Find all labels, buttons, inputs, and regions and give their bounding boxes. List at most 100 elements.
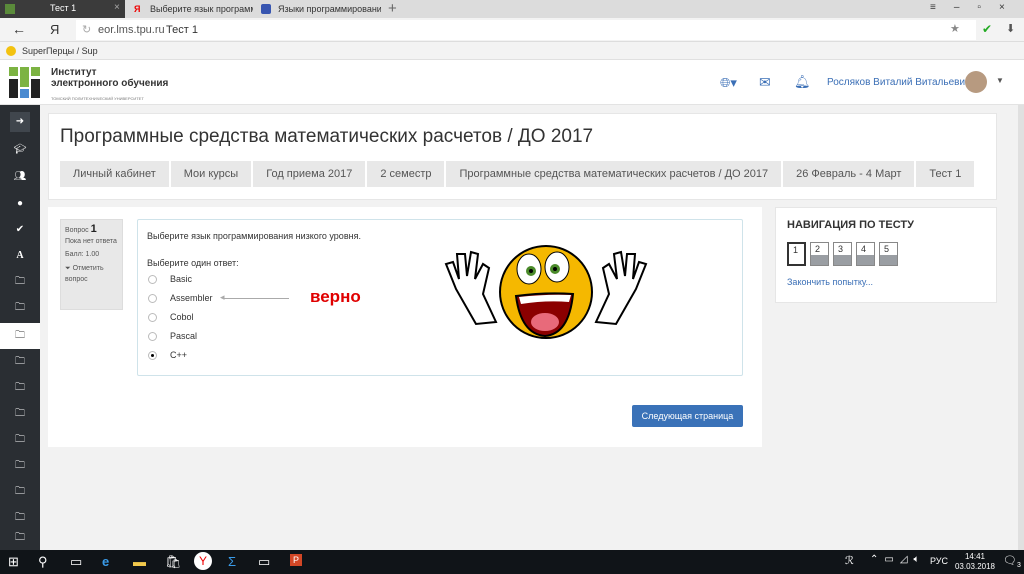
tab-languages[interactable]: Языки программирования <box>256 0 381 18</box>
download-icon[interactable]: ⬇ <box>1006 22 1015 35</box>
bookmark-item[interactable]: SuperПерцы / Sup <box>22 42 98 60</box>
breadcrumb-item[interactable]: 26 Февраль - 4 Март <box>783 161 915 187</box>
task-view-icon[interactable]: ▭ <box>70 554 82 570</box>
folder-icon[interactable]: 🗀 <box>0 525 40 551</box>
powerpoint-icon[interactable]: P <box>290 554 303 566</box>
page-scrollbar[interactable] <box>1018 105 1024 550</box>
breadcrumb-item[interactable]: 2 семестр <box>367 161 445 187</box>
tab-label: Тест 1 <box>50 3 77 13</box>
folder-icon[interactable]: 🗀 <box>0 375 40 401</box>
folder-icon[interactable]: 🗀 <box>0 453 40 479</box>
edge-icon[interactable]: e <box>102 554 109 569</box>
folder-icon[interactable]: 🗀 <box>0 401 40 427</box>
competencies-check-icon[interactable]: ✔ <box>0 217 40 243</box>
folder-icon-active[interactable]: 🗀 <box>0 323 40 349</box>
radio-button-checked[interactable] <box>148 351 157 361</box>
tab-active[interactable]: Тест 1 × <box>0 0 125 18</box>
reload-icon[interactable]: ↻ <box>82 23 91 36</box>
folder-icon[interactable]: 🗀 <box>0 349 40 375</box>
yandex-icon[interactable]: Я <box>50 22 59 37</box>
question-nav-button-current[interactable]: 1 <box>787 242 806 266</box>
participants-icon[interactable]: 👥︎ <box>0 164 40 190</box>
question-nav-button[interactable]: 2 <box>810 242 829 266</box>
window-controls[interactable]: ≡–▫× <box>930 2 1023 13</box>
question-nav-button[interactable]: 5 <box>879 242 898 266</box>
input-language[interactable]: РУС <box>930 556 948 566</box>
institute-logo[interactable] <box>9 67 41 98</box>
tab-bar: Тест 1 × Я Выберите язык программи Языки … <box>0 0 1024 18</box>
folder-icon[interactable]: 🗀 <box>0 269 40 295</box>
answer-option[interactable]: Basic <box>148 274 193 285</box>
tab-yandex[interactable]: Я Выберите язык программи <box>128 0 253 18</box>
breadcrumb-item[interactable]: Год приема 2017 <box>253 161 366 187</box>
nav-number: 2 <box>815 244 821 254</box>
site-header: Институт электронного обучения ТОМСКИЙ П… <box>0 60 1024 105</box>
correct-annotation: верно <box>310 287 361 306</box>
answer-option[interactable]: Cobol <box>148 312 194 323</box>
site-icon <box>5 4 15 14</box>
notifications-bell-icon[interactable]: 🔔︎ <box>794 74 811 90</box>
finish-attempt-link[interactable]: Закончить попытку... <box>787 277 873 287</box>
radio-button[interactable] <box>148 332 157 342</box>
next-page-button[interactable]: Следующая страница <box>632 405 743 427</box>
grades-icon[interactable]: A <box>0 243 40 269</box>
logo-subtitle: ТОМСКИЙ ПОЛИТЕХНИЧЕСКИЙ УНИВЕРСИТЕТ <box>51 96 144 101</box>
action-center-icon[interactable]: 🗨︎3 <box>1003 554 1021 569</box>
question-nav-button[interactable]: 3 <box>833 242 852 266</box>
bookmarks-bar: SuperПерцы / Sup <box>0 42 1024 60</box>
date: 03.03.2018 <box>954 562 996 571</box>
file-explorer-icon[interactable]: ▬ <box>133 554 146 569</box>
breadcrumb-item[interactable]: Программные средства математических расч… <box>446 161 782 187</box>
address-bar: ← Я ↻ eor.lms.tpu.ru Тест 1 ★ ✔ ⬇ <box>0 18 1024 42</box>
smiley-emoji-image <box>444 245 648 339</box>
answer-option[interactable]: Pascal <box>148 331 197 342</box>
protect-shield-icon[interactable]: ✔ <box>982 22 992 36</box>
nav-number: 5 <box>884 244 890 254</box>
user-name[interactable]: Росляков Виталий Витальевич <box>827 77 970 88</box>
tray-icons[interactable]: ⌃▭◿🔈︎ <box>870 554 926 565</box>
yandex-browser-icon[interactable]: Y <box>194 552 212 570</box>
app-icon[interactable]: ▭ <box>258 554 270 570</box>
answer-option[interactable]: Assembler <box>148 293 213 304</box>
nav-number: 4 <box>861 244 867 254</box>
breadcrumb: Личный кабинет Мои курсы Год приема 2017 2 … <box>60 161 976 187</box>
notification-count: 3 <box>1016 562 1021 570</box>
question-text: Выберите язык программирования низкого у… <box>147 231 361 241</box>
breadcrumb-item[interactable]: Личный кабинет <box>60 161 169 187</box>
search-icon[interactable]: ⚲ <box>38 554 48 570</box>
page-header-card: Программные средства математических расч… <box>48 113 997 200</box>
toggle-drawer-icon[interactable]: ➜ <box>10 112 30 132</box>
radio-button[interactable] <box>148 294 157 304</box>
sigma-app-icon[interactable]: Σ <box>228 554 236 569</box>
folder-icon[interactable]: 🗀 <box>0 427 40 453</box>
option-label: Basic <box>170 274 193 284</box>
answer-prompt: Выберите один ответ: <box>147 258 239 268</box>
user-avatar[interactable] <box>965 71 987 93</box>
answer-option-selected[interactable]: C++ <box>148 350 187 361</box>
folder-icon[interactable]: 🗀 <box>0 479 40 505</box>
back-icon[interactable]: ← <box>12 21 26 37</box>
quiz-navigation-block: НАВИГАЦИЯ ПО ТЕСТУ 1 2 3 4 5 Закончить п… <box>775 207 997 303</box>
badge-icon[interactable]: ● <box>0 191 40 217</box>
breadcrumb-item[interactable]: Мои курсы <box>170 161 252 187</box>
question-label: Вопрос <box>65 227 89 234</box>
clock[interactable]: 14:41 03.03.2018 <box>952 552 998 572</box>
new-tab-button[interactable]: + <box>388 0 397 17</box>
breadcrumb-item[interactable]: Тест 1 <box>916 161 975 187</box>
store-icon[interactable]: 🛍︎ <box>165 554 182 570</box>
question-nav-button[interactable]: 4 <box>856 242 875 266</box>
user-menu-chevron-icon[interactable]: ▼ <box>996 76 1004 85</box>
radio-button[interactable] <box>148 313 157 323</box>
messages-mail-icon[interactable]: ✉ <box>759 74 771 91</box>
folder-icon[interactable]: 🗀 <box>0 295 40 321</box>
flag-question-link[interactable]: ⏷ Отметить вопрос <box>65 263 118 285</box>
dashboard-hat-icon[interactable]: 🎓︎ <box>0 137 40 163</box>
people-icon[interactable]: ℛ <box>845 554 854 567</box>
radio-button[interactable] <box>148 275 157 285</box>
close-tab-icon[interactable]: × <box>114 2 120 13</box>
start-windows-icon[interactable]: ⊞ <box>8 554 19 570</box>
option-label: Assembler <box>170 293 213 303</box>
bookmark-star-icon[interactable]: ★ <box>950 22 960 35</box>
url-field[interactable]: ↻ eor.lms.tpu.ru Тест 1 ★ <box>76 20 976 40</box>
language-globe-icon[interactable]: 🌐︎▾ <box>720 75 737 91</box>
